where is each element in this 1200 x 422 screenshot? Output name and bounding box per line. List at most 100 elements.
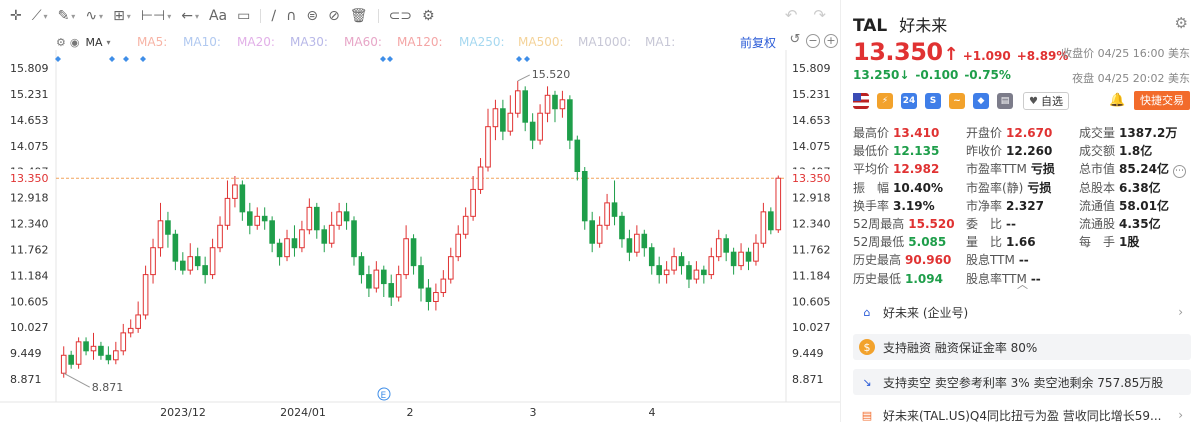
chevron-up-icon[interactable]: ︿ <box>1017 276 1028 292</box>
link-icon[interactable]: ⊂⊃ <box>389 4 412 28</box>
candle-up[interactable] <box>485 126 491 168</box>
candle-down[interactable] <box>269 220 275 244</box>
settings-icon[interactable]: ⚙ <box>422 4 435 28</box>
chevron-down-icon[interactable]: ▾ <box>107 38 111 47</box>
reset-icon[interactable]: ↺ <box>788 33 802 48</box>
candlestick-chart[interactable]: 15.809 15.809 15.231 15.231 14.653 14.653 14.0… <box>0 50 840 422</box>
ma-item-ma1000[interactable]: MA1000: <box>578 35 631 49</box>
candle-down[interactable] <box>343 211 350 222</box>
candle-up[interactable] <box>738 251 744 267</box>
candle-down[interactable] <box>83 341 89 352</box>
ma-item-ma5[interactable]: MA5: <box>137 35 167 49</box>
candle-up[interactable] <box>604 202 610 226</box>
candle-down[interactable] <box>105 354 112 361</box>
eye-icon[interactable]: ◉ <box>70 36 80 49</box>
candle-down[interactable] <box>567 99 573 141</box>
candle-down[interactable] <box>172 233 179 262</box>
ma-item-ma10[interactable]: MA10: <box>183 35 221 49</box>
ma-item-ma250[interactable]: MA250: <box>459 35 505 49</box>
candle-up[interactable] <box>150 247 156 276</box>
candle-up[interactable] <box>708 256 715 276</box>
candle-up[interactable] <box>135 314 141 329</box>
undo-icon[interactable]: ↶ <box>785 6 798 24</box>
adjust-mode-button[interactable]: 前复权 <box>740 34 776 51</box>
candle-up[interactable] <box>559 99 566 110</box>
candle-down[interactable] <box>589 220 596 244</box>
ma-selector[interactable]: MA <box>85 36 102 49</box>
candle-up[interactable] <box>492 108 499 128</box>
candle-down[interactable] <box>246 211 253 226</box>
candle-down[interactable] <box>574 139 581 173</box>
candle-down[interactable] <box>641 233 648 249</box>
zoom-out-icon[interactable]: − <box>806 34 820 48</box>
s-icon[interactable]: S <box>925 93 941 109</box>
candle-up[interactable] <box>775 177 782 231</box>
candle-up[interactable] <box>217 224 223 249</box>
text-tool[interactable]: Aa <box>209 4 227 28</box>
candle-up[interactable] <box>299 229 305 249</box>
candle-down[interactable] <box>98 345 104 356</box>
pen-icon[interactable]: ✎ ▾ <box>58 4 76 28</box>
wave-icon[interactable]: ∿ ▾ <box>85 4 103 28</box>
candle-up[interactable] <box>306 206 313 231</box>
candle-down[interactable] <box>410 238 417 267</box>
candle-down[interactable] <box>194 256 201 267</box>
event-marker-icon[interactable] <box>387 56 393 62</box>
ma-item-ma120[interactable]: MA120: <box>397 35 443 49</box>
comment-icon[interactable]: ▭ <box>237 4 250 28</box>
candle-up[interactable] <box>447 256 454 280</box>
candle-up[interactable] <box>75 341 82 365</box>
candle-down[interactable] <box>180 260 186 271</box>
candle-up[interactable] <box>693 269 700 280</box>
event-marker-icon[interactable] <box>380 56 386 62</box>
ma-item-ma20[interactable]: MA20: <box>237 35 275 49</box>
candle-down[interactable] <box>291 238 298 249</box>
candle-down[interactable] <box>648 247 655 267</box>
candle-up[interactable] <box>663 269 670 276</box>
add-watchlist-button[interactable]: ♥ 自选 <box>1023 92 1069 110</box>
candle-down[interactable] <box>529 121 536 141</box>
candle-down[interactable] <box>425 287 432 302</box>
candle-up[interactable] <box>187 256 194 271</box>
candle-up[interactable] <box>514 90 521 114</box>
candle-up[interactable] <box>433 292 439 302</box>
candle-down[interactable] <box>745 251 752 262</box>
candle-up[interactable] <box>507 112 514 132</box>
ruler-icon[interactable]: ∕ <box>271 4 276 28</box>
candle-down[interactable] <box>388 283 395 298</box>
candle-up[interactable] <box>596 224 603 244</box>
candle-down[interactable] <box>656 265 662 276</box>
redo-icon[interactable]: ↷ <box>813 6 826 24</box>
ma-item-ma60[interactable]: MA60: <box>344 35 382 49</box>
candle-up[interactable] <box>477 166 484 190</box>
candle-up[interactable] <box>224 197 231 226</box>
candle-up[interactable] <box>373 269 380 289</box>
candle-up[interactable] <box>60 354 67 374</box>
trend-icon[interactable]: ~ <box>949 93 965 109</box>
candle-down[interactable] <box>68 354 74 365</box>
crosshair-icon[interactable]: ✛ <box>10 4 22 28</box>
candle-up[interactable] <box>440 278 447 294</box>
candle-up[interactable] <box>544 94 551 114</box>
candle-down[interactable] <box>500 108 506 132</box>
tag-icon[interactable]: ◆ <box>973 93 989 109</box>
candle-down[interactable] <box>261 215 268 222</box>
candle-down[interactable] <box>730 251 737 267</box>
candle-up[interactable] <box>157 220 164 249</box>
candle-down[interactable] <box>686 265 692 280</box>
lightning-icon[interactable]: ⚡ <box>877 93 893 109</box>
candle-up[interactable] <box>403 238 409 276</box>
candle-up[interactable] <box>120 332 127 352</box>
candle-up[interactable] <box>715 238 722 258</box>
candle-up[interactable] <box>760 211 767 244</box>
candle-up[interactable] <box>395 274 402 298</box>
ma-item-ma1[interactable]: MA1: <box>645 35 675 49</box>
bell-icon[interactable]: 🔔 <box>1109 93 1125 109</box>
info-card-news[interactable]: ▤ 好未来(TAL.US)Q4同比扭亏为盈 营收同比增长59... › <box>853 402 1191 422</box>
candle-down[interactable] <box>701 269 707 276</box>
line-icon[interactable]: ⟋ ▾ <box>32 4 48 28</box>
candle-down[interactable] <box>768 211 774 231</box>
gear-icon[interactable]: ⚙ <box>1175 14 1188 32</box>
candle-up[interactable] <box>209 247 216 276</box>
candle-down[interactable] <box>165 220 171 235</box>
